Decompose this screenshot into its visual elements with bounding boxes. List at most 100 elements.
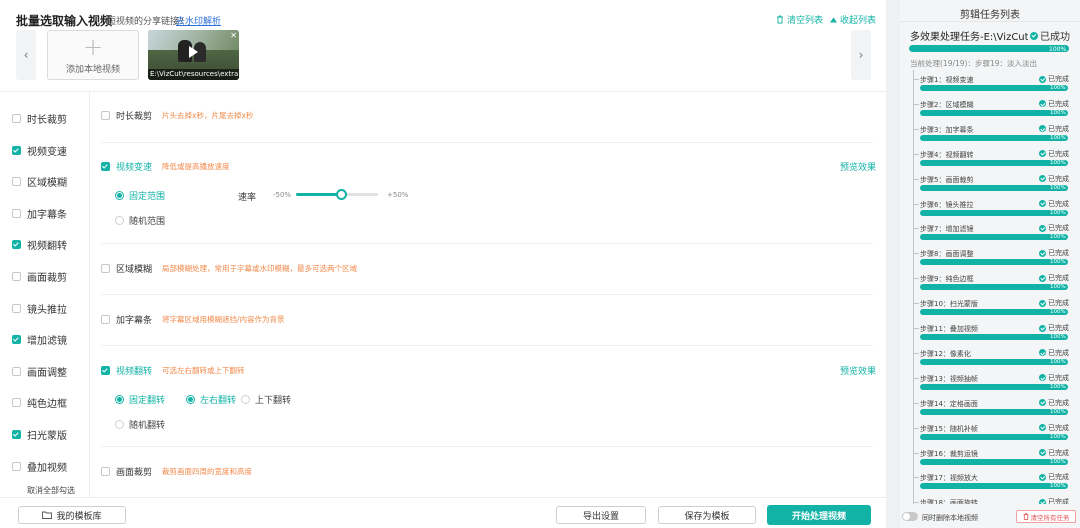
flip-checkbox[interactable] bbox=[101, 366, 110, 375]
side-item-label: 增加滤镜 bbox=[27, 336, 67, 348]
task-step-name: 步骤3：加字幕条 bbox=[920, 125, 974, 134]
rate-slider-handle[interactable] bbox=[336, 189, 348, 200]
task-step-name: 步骤17：视频放大 bbox=[920, 474, 978, 483]
clear-list-button[interactable]: 清空列表 bbox=[776, 13, 823, 26]
video-thumbnail[interactable]: ✕ E:\VizCut\resources\extra... bbox=[148, 30, 239, 80]
share-link-hint: 短视频的分享链接? bbox=[107, 17, 184, 27]
divider bbox=[101, 142, 873, 143]
task-step-name: 步骤8：画面调整 bbox=[920, 250, 974, 259]
clear-list-label: 清空列表 bbox=[787, 16, 824, 26]
subtitle-checkbox[interactable] bbox=[101, 315, 110, 324]
side-item-checkbox[interactable] bbox=[12, 240, 21, 250]
my-template-library-button[interactable]: 我的模板库 bbox=[18, 506, 126, 524]
trim-desc: 片头去掉x秒，片尾去掉x秒 bbox=[162, 111, 254, 120]
bottom-action-bar: 我的模板库 导出设置 保存为模板 开始处理视频 bbox=[0, 497, 886, 528]
side-item[interactable]: 时长裁剪 bbox=[12, 111, 67, 126]
side-item-checkbox[interactable] bbox=[12, 398, 21, 408]
side-item-checkbox[interactable] bbox=[12, 366, 21, 376]
blur-checkbox[interactable] bbox=[101, 264, 110, 273]
task-step-status: 已完成 bbox=[1039, 373, 1069, 383]
divider bbox=[101, 294, 873, 295]
side-item-checkbox[interactable] bbox=[12, 177, 21, 187]
delete-local-video-toggle[interactable] bbox=[902, 512, 918, 521]
side-item-checkbox[interactable] bbox=[12, 208, 21, 218]
side-item-checkbox[interactable] bbox=[12, 145, 21, 155]
task-step-status: 已完成 bbox=[1039, 149, 1069, 159]
side-item[interactable]: 纯色边框 bbox=[12, 395, 67, 410]
speed-preview-button[interactable]: 预览效果 bbox=[840, 160, 876, 173]
flip-up-down-label: 上下翻转 bbox=[255, 396, 292, 406]
side-item-checkbox[interactable] bbox=[12, 430, 21, 439]
side-item[interactable]: 镜头推拉 bbox=[12, 301, 67, 316]
task-step-status: 已完成 bbox=[1039, 199, 1069, 209]
side-item-label: 纯色边框 bbox=[27, 399, 67, 411]
divider bbox=[101, 243, 873, 244]
side-item-checkbox[interactable] bbox=[12, 114, 21, 123]
add-local-video-button[interactable]: + 添加本地视频 bbox=[47, 30, 139, 80]
task-step: 步骤8：画面调整 已完成 100% bbox=[914, 246, 1070, 269]
task-step-progress-percent: 100% bbox=[1050, 184, 1066, 191]
check-circle-icon bbox=[1039, 100, 1046, 108]
side-item[interactable]: 视频变速 bbox=[12, 143, 67, 158]
trim-checkbox[interactable] bbox=[101, 111, 110, 120]
side-item[interactable]: 扫光蒙版 bbox=[12, 427, 67, 442]
side-item-label: 画面调整 bbox=[27, 367, 67, 379]
flip-random-radio[interactable]: 随机翻转 bbox=[115, 418, 165, 431]
scroll-right-button[interactable]: › bbox=[851, 30, 871, 80]
task-step: 步骤3：加字幕条 已完成 100% bbox=[914, 122, 1070, 145]
cancel-all-selection-link[interactable]: 取消全部勾选 bbox=[27, 485, 75, 496]
side-item[interactable]: 画面调整 bbox=[12, 364, 67, 379]
side-item-checkbox[interactable] bbox=[12, 335, 21, 345]
flip-fixed-radio[interactable]: 固定翻转 bbox=[115, 393, 165, 406]
side-item[interactable]: 区域模糊 bbox=[12, 174, 67, 189]
flip-up-down-radio[interactable]: 上下翻转 bbox=[241, 393, 291, 406]
speed-label[interactable]: 视频变速 bbox=[116, 160, 152, 173]
speed-fixed-range-radio[interactable]: 固定范围 bbox=[115, 189, 165, 202]
crop-label[interactable]: 画面裁剪 bbox=[116, 465, 152, 478]
export-settings-button[interactable]: 导出设置 bbox=[556, 506, 646, 524]
start-processing-button[interactable]: 开始处理视频 bbox=[767, 505, 871, 525]
rate-slider[interactable] bbox=[296, 189, 378, 200]
blur-label[interactable]: 区域模糊 bbox=[116, 262, 152, 275]
side-item[interactable]: 增加滤镜 bbox=[12, 332, 67, 347]
task-step-progress-percent: 100% bbox=[1050, 134, 1066, 141]
side-item-checkbox[interactable] bbox=[12, 303, 21, 313]
task-step-status: 已完成 bbox=[1039, 398, 1069, 408]
task-step-status: 已完成 bbox=[1039, 298, 1069, 308]
flip-preview-button[interactable]: 预览效果 bbox=[840, 364, 876, 377]
task-step-status: 已完成 bbox=[1039, 472, 1069, 482]
side-item-checkbox[interactable] bbox=[12, 461, 21, 471]
save-as-template-button[interactable]: 保存为模板 bbox=[658, 506, 756, 524]
section-subtitle: 加字幕条 将字幕区域用模糊遮挡/内容作为背景 bbox=[101, 313, 285, 326]
flip-label[interactable]: 视频翻转 bbox=[116, 364, 152, 377]
close-icon[interactable]: ✕ bbox=[230, 31, 237, 40]
flip-left-right-radio[interactable]: 左右翻转 bbox=[186, 393, 236, 406]
task-step-status-label: 已完成 bbox=[1048, 124, 1069, 133]
watermark-parse-link[interactable]: 去水印解析 bbox=[176, 14, 221, 27]
side-item-checkbox[interactable] bbox=[12, 272, 21, 281]
task-step-status: 已完成 bbox=[1039, 497, 1069, 504]
speed-random-range-radio[interactable]: 随机范围 bbox=[115, 214, 165, 227]
side-item[interactable]: 画面裁剪 bbox=[12, 269, 67, 284]
check-circle-icon bbox=[1039, 299, 1046, 307]
task-step-name: 步骤15：随机补帧 bbox=[920, 424, 978, 433]
task-step-status-label: 已完成 bbox=[1048, 249, 1069, 258]
clear-all-tasks-button[interactable]: 清空所有任务 bbox=[1016, 510, 1076, 523]
task-steps-list[interactable]: 步骤1：视频变速 已完成 100% 步骤2：区域模糊 已完成 100% 步骤3：加字幕条 已完… bbox=[900, 70, 1080, 504]
section-speed: 视频变速 降低或提高播放速度 bbox=[101, 160, 230, 173]
side-item[interactable]: 加字幕条 bbox=[12, 206, 67, 221]
task-step: 步骤6：镜头推拉 已完成 100% bbox=[914, 197, 1070, 220]
scroll-left-button[interactable]: ‹ bbox=[16, 30, 36, 80]
subtitle-label[interactable]: 加字幕条 bbox=[116, 313, 152, 326]
trim-label[interactable]: 时长裁剪 bbox=[116, 109, 152, 122]
side-item[interactable]: 叠加视频 bbox=[12, 459, 67, 474]
add-local-video-label: 添加本地视频 bbox=[65, 64, 120, 75]
task-step-progress-percent: 100% bbox=[1050, 483, 1066, 490]
side-item-label: 画面裁剪 bbox=[27, 273, 67, 284]
collapse-list-button[interactable]: 收起列表 bbox=[830, 13, 876, 26]
crop-checkbox[interactable] bbox=[101, 467, 110, 476]
speed-checkbox[interactable] bbox=[101, 162, 110, 171]
side-item[interactable]: 视频翻转 bbox=[12, 237, 67, 252]
collapse-list-label: 收起列表 bbox=[840, 16, 877, 26]
play-icon[interactable] bbox=[189, 46, 198, 58]
